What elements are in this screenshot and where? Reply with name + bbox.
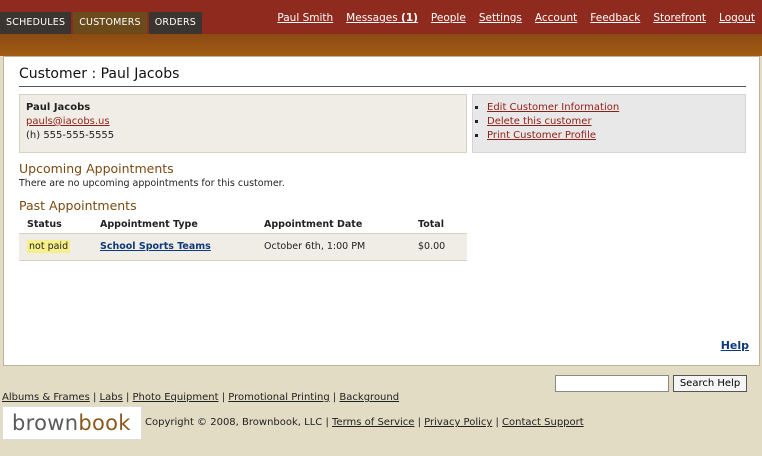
edit-customer-link[interactable]: Edit Customer Information	[487, 102, 619, 113]
upcoming-empty-text: There are no upcoming appointments for t…	[19, 178, 285, 189]
tab-customers[interactable]: CUSTOMERS	[73, 12, 147, 34]
copyright-text: Copyright © 2008, Brownbook, LLC |	[145, 417, 329, 428]
col-status: Status	[27, 219, 62, 230]
settings-link[interactable]: Settings	[479, 12, 522, 24]
messages-label: Messages	[346, 12, 398, 24]
past-heading: Past Appointments	[19, 198, 137, 213]
user-name-link[interactable]: Paul Smith	[277, 12, 333, 24]
footer-link-labs[interactable]: Labs	[100, 392, 123, 403]
privacy-link[interactable]: Privacy Policy	[424, 417, 492, 428]
status-badge: not paid	[27, 240, 71, 253]
help-link[interactable]: Help	[721, 339, 749, 352]
status-cell: not paid	[19, 234, 92, 260]
people-link[interactable]: People	[431, 12, 466, 24]
brownbook-logo: brownbook	[2, 406, 142, 440]
messages-count: (1)	[401, 12, 418, 24]
tab-orders[interactable]: ORDERS	[148, 12, 202, 34]
terms-link[interactable]: Terms of Service	[332, 417, 414, 428]
col-total: Total	[418, 219, 444, 230]
title-divider	[19, 86, 746, 87]
total-cell: $0.00	[418, 241, 446, 252]
main-panel: Customer : Paul Jacobs Paul Jacobs pauls…	[3, 56, 760, 366]
page-title: Customer : Paul Jacobs	[19, 66, 180, 82]
top-links: Paul Smith Messages (1) People Settings …	[264, 12, 755, 24]
type-cell: School Sports Teams	[92, 234, 256, 260]
customer-actions-box: Edit Customer Information Delete this cu…	[472, 94, 746, 153]
customer-email-link[interactable]: pauls@iacobs.us	[26, 116, 110, 127]
col-type: Appointment Type	[100, 219, 198, 230]
footer-link-background[interactable]: Background	[339, 392, 399, 403]
footer-link-albums[interactable]: Albums & Frames	[2, 392, 90, 403]
upcoming-heading: Upcoming Appointments	[19, 161, 174, 176]
header-strip	[0, 34, 762, 56]
footer-links: Albums & Frames | Labs | Photo Equipment…	[2, 392, 400, 403]
messages-link[interactable]: Messages (1)	[346, 12, 418, 24]
action-item: Delete this customer	[487, 115, 735, 129]
customer-name: Paul Jacobs	[26, 102, 91, 113]
tab-schedules[interactable]: SCHEDULES	[0, 12, 72, 34]
search-help-button[interactable]: Search Help	[673, 375, 747, 392]
col-date: Appointment Date	[264, 219, 363, 230]
table-row: not paid School Sports Teams October 6th…	[19, 234, 467, 261]
search-input[interactable]	[555, 375, 669, 392]
top-nav-bar: SCHEDULES CUSTOMERS ORDERS Paul Smith Me…	[0, 0, 762, 34]
logo-text-book: book	[78, 411, 131, 435]
feedback-link[interactable]: Feedback	[590, 12, 640, 24]
logout-link[interactable]: Logout	[719, 12, 755, 24]
action-item: Edit Customer Information	[487, 101, 735, 115]
contact-support-link[interactable]: Contact Support	[502, 417, 584, 428]
customer-info-box: Paul Jacobs pauls@iacobs.us (h) 555-555-…	[19, 94, 467, 153]
logo-text-brown: brown	[12, 411, 79, 435]
delete-customer-link[interactable]: Delete this customer	[487, 116, 592, 127]
footer-link-photo-equipment[interactable]: Photo Equipment	[133, 392, 219, 403]
print-profile-link[interactable]: Print Customer Profile	[487, 130, 596, 141]
account-link[interactable]: Account	[535, 12, 577, 24]
footer-link-promotional-printing[interactable]: Promotional Printing	[228, 392, 329, 403]
table-header: Status Appointment Type Appointment Date…	[19, 215, 467, 234]
storefront-link[interactable]: Storefront	[653, 12, 706, 24]
action-item: Print Customer Profile	[487, 129, 735, 143]
copyright-line: Copyright © 2008, Brownbook, LLC | Terms…	[145, 417, 584, 428]
appointment-type-link[interactable]: School Sports Teams	[100, 241, 211, 252]
past-appointments-table: Status Appointment Type Appointment Date…	[19, 215, 467, 261]
main-tabs: SCHEDULES CUSTOMERS ORDERS	[0, 12, 204, 34]
date-cell: October 6th, 1:00 PM	[264, 241, 366, 252]
customer-phone: (h) 555-555-5555	[26, 130, 115, 141]
